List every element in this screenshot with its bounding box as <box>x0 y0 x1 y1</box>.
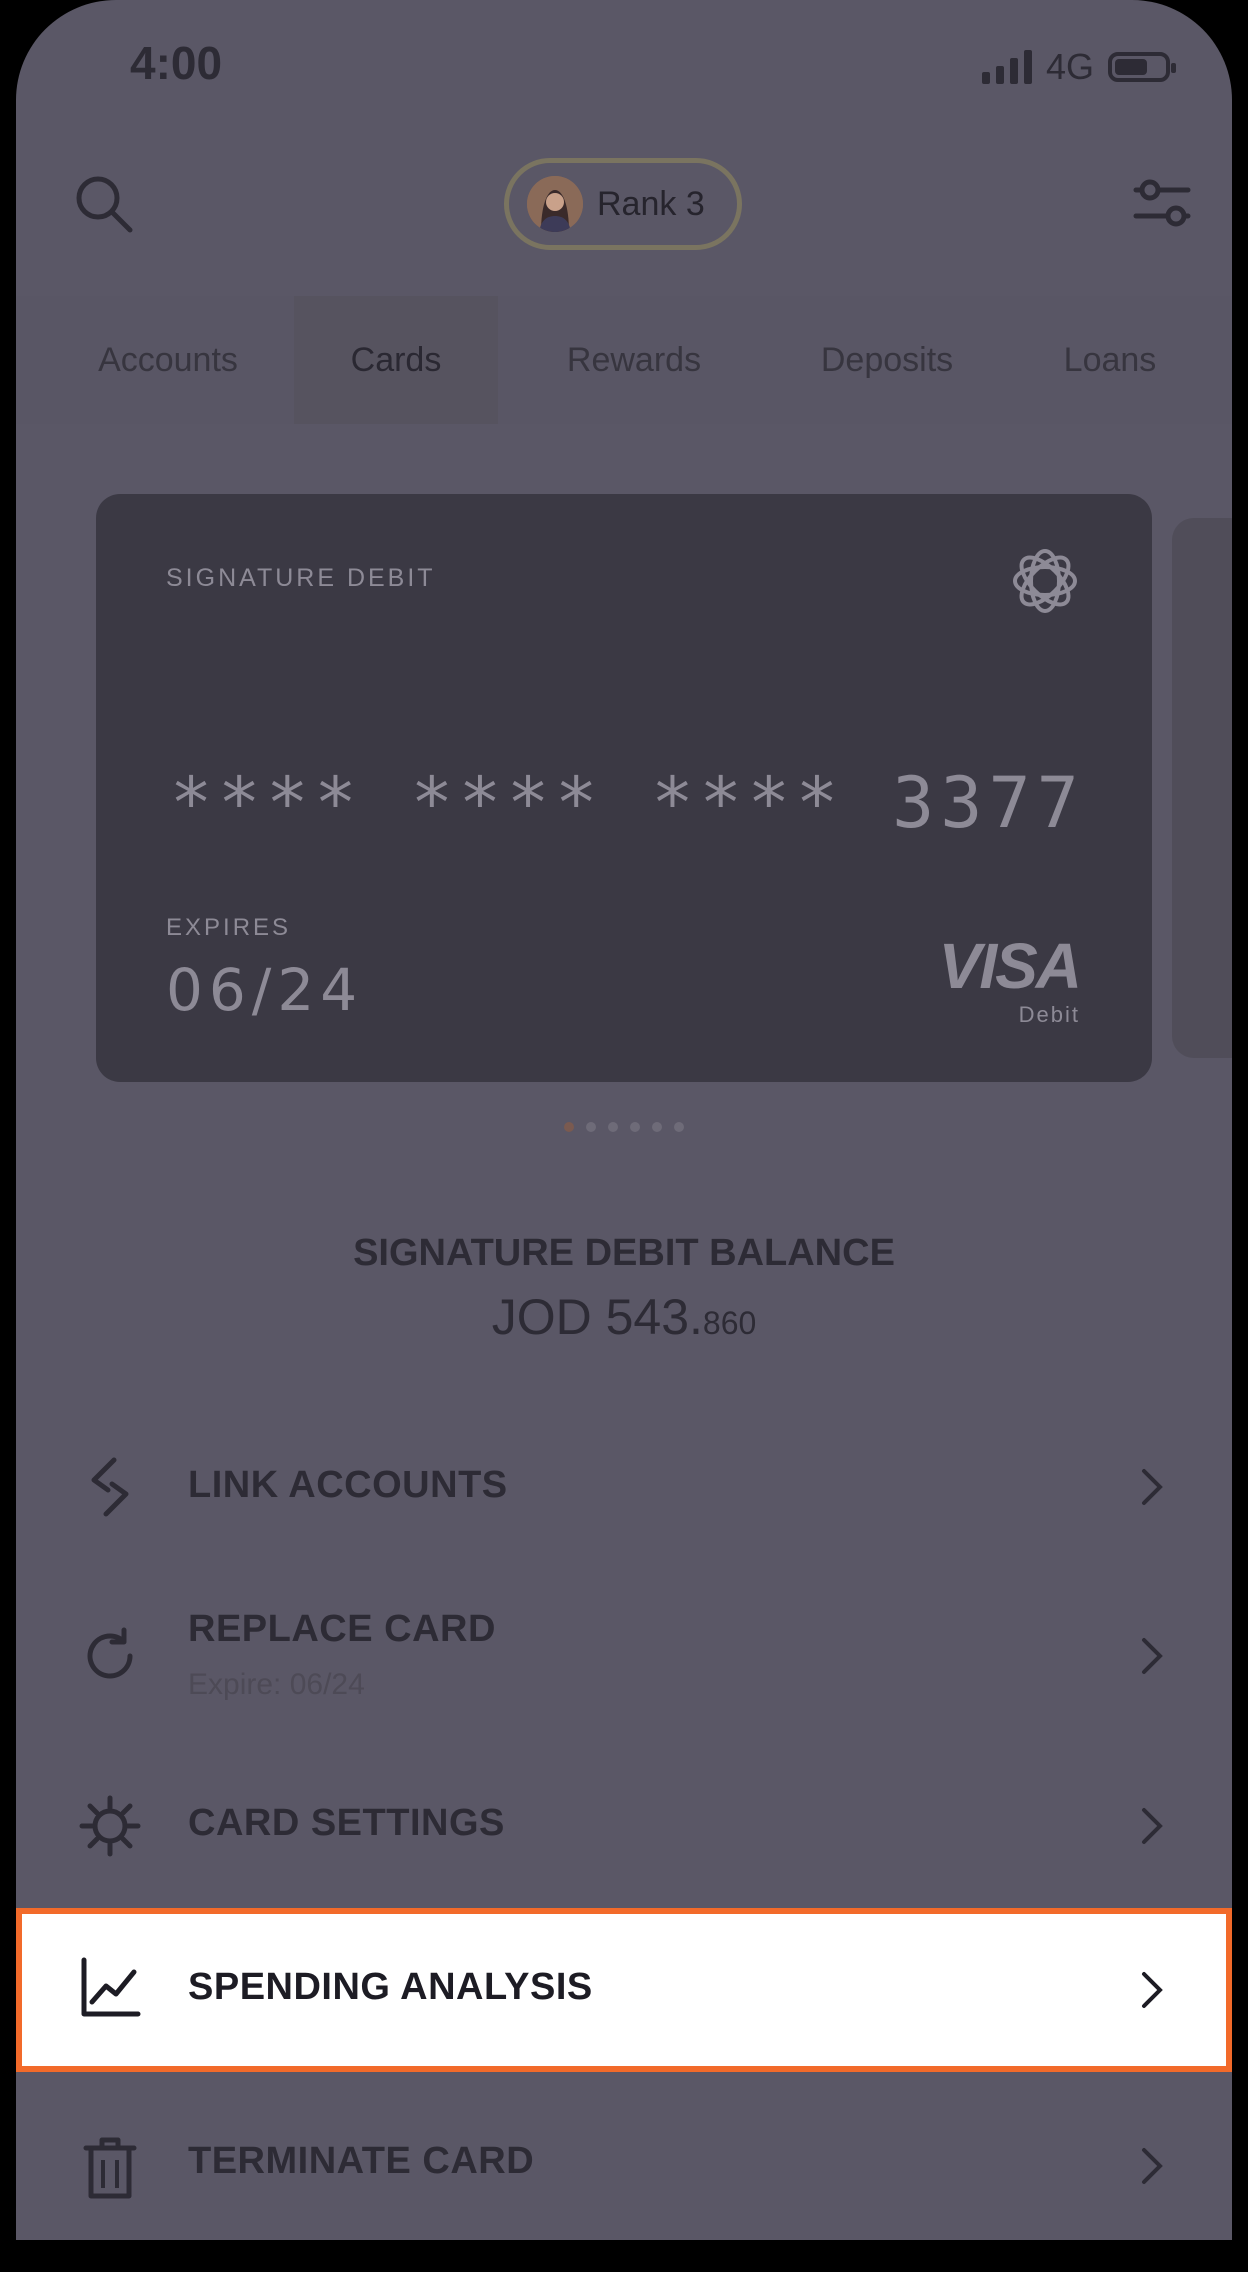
menu-replace-card[interactable]: REPLACE CARD Expire: 06/24 <box>16 1574 1232 1744</box>
link-icon <box>70 1447 150 1527</box>
phone-screen: 4:00 4G Rank 3 Accounts Cards Rewards De… <box>16 0 1232 2240</box>
pager-dot[interactable] <box>674 1122 684 1132</box>
network-type: 4G <box>1045 46 1094 87</box>
menu-label: CARD SETTINGS <box>188 1802 505 1844</box>
tab-loans[interactable]: Loans <box>1026 296 1194 424</box>
menu-card-settings[interactable]: CARD SETTINGS <box>16 1744 1232 1908</box>
tab-bar: Accounts Cards Rewards Deposits Loans <box>16 296 1232 424</box>
refresh-icon <box>70 1616 150 1696</box>
menu-sublabel: Expire: 06/24 <box>188 1668 365 1701</box>
balance-amount-decimal: 860 <box>702 1305 757 1341</box>
next-card-peek[interactable] <box>1172 518 1232 1058</box>
pager-dot[interactable] <box>564 1122 574 1132</box>
card-number-last4: 3377 <box>892 762 1085 844</box>
pager-dot[interactable] <box>608 1122 618 1132</box>
card-number: **** **** **** 3377 <box>170 762 1085 844</box>
battery-icon <box>1108 52 1176 82</box>
balance-title: SIGNATURE DEBIT BALANCE <box>353 1232 895 1274</box>
filter-settings-icon[interactable] <box>1122 164 1202 244</box>
rank-badge[interactable]: Rank 3 <box>504 158 742 250</box>
chevron-right-icon <box>1132 1626 1172 1686</box>
pager-dot[interactable] <box>586 1122 596 1132</box>
card-brand: VISA <box>938 930 1082 1002</box>
status-time: 4:00 <box>130 37 223 89</box>
menu-label: SPENDING ANALYSIS <box>188 1966 593 2008</box>
tab-rewards[interactable]: Rewards <box>528 296 740 424</box>
menu-label: LINK ACCOUNTS <box>188 1464 508 1506</box>
card-brand-sub: Debit <box>1018 1002 1080 1027</box>
rank-label: Rank 3 <box>597 184 705 223</box>
trash-icon <box>70 2128 150 2208</box>
balance-amount: JOD 543.860 <box>16 1288 1232 1346</box>
menu-link-accounts[interactable]: LINK ACCOUNTS <box>16 1400 1232 1574</box>
avatar <box>527 176 583 232</box>
card-expiry: 06/24 <box>166 956 364 1024</box>
pager-dot[interactable] <box>630 1122 640 1132</box>
expires-label: EXPIRES <box>166 914 292 941</box>
tab-accounts[interactable]: Accounts <box>62 296 274 424</box>
chevron-right-icon <box>1132 2136 1172 2196</box>
pager-dot[interactable] <box>652 1122 662 1132</box>
chevron-right-icon <box>1132 1960 1172 2020</box>
menu-label: TERMINATE CARD <box>188 2140 535 2182</box>
card-pager <box>16 1122 1232 1132</box>
tab-deposits[interactable]: Deposits <box>778 296 996 424</box>
menu-terminate-card[interactable]: TERMINATE CARD <box>16 2072 1232 2240</box>
chart-line-icon <box>70 1948 150 2028</box>
menu-spending-analysis[interactable]: SPENDING ANALYSIS <box>16 1908 1232 2072</box>
signal-icon <box>981 50 1032 84</box>
tab-cards[interactable]: Cards <box>294 296 498 424</box>
chevron-right-icon <box>1132 1796 1172 1856</box>
card-type: SIGNATURE DEBIT <box>166 564 436 592</box>
chevron-right-icon <box>1132 1457 1172 1517</box>
menu-label: REPLACE CARD <box>188 1608 496 1650</box>
balance-amount-main: JOD 543. <box>491 1289 703 1345</box>
visa-logo: VISA Debit <box>938 930 1082 1028</box>
status-indicators: 4G <box>981 46 1176 88</box>
bank-logo-icon <box>1004 540 1086 622</box>
search-icon[interactable] <box>64 164 144 244</box>
card-number-masked: **** **** **** <box>170 762 893 844</box>
gear-icon <box>70 1786 150 1866</box>
debit-card[interactable]: SIGNATURE DEBIT **** **** **** 3377 EXPI… <box>96 494 1152 1082</box>
